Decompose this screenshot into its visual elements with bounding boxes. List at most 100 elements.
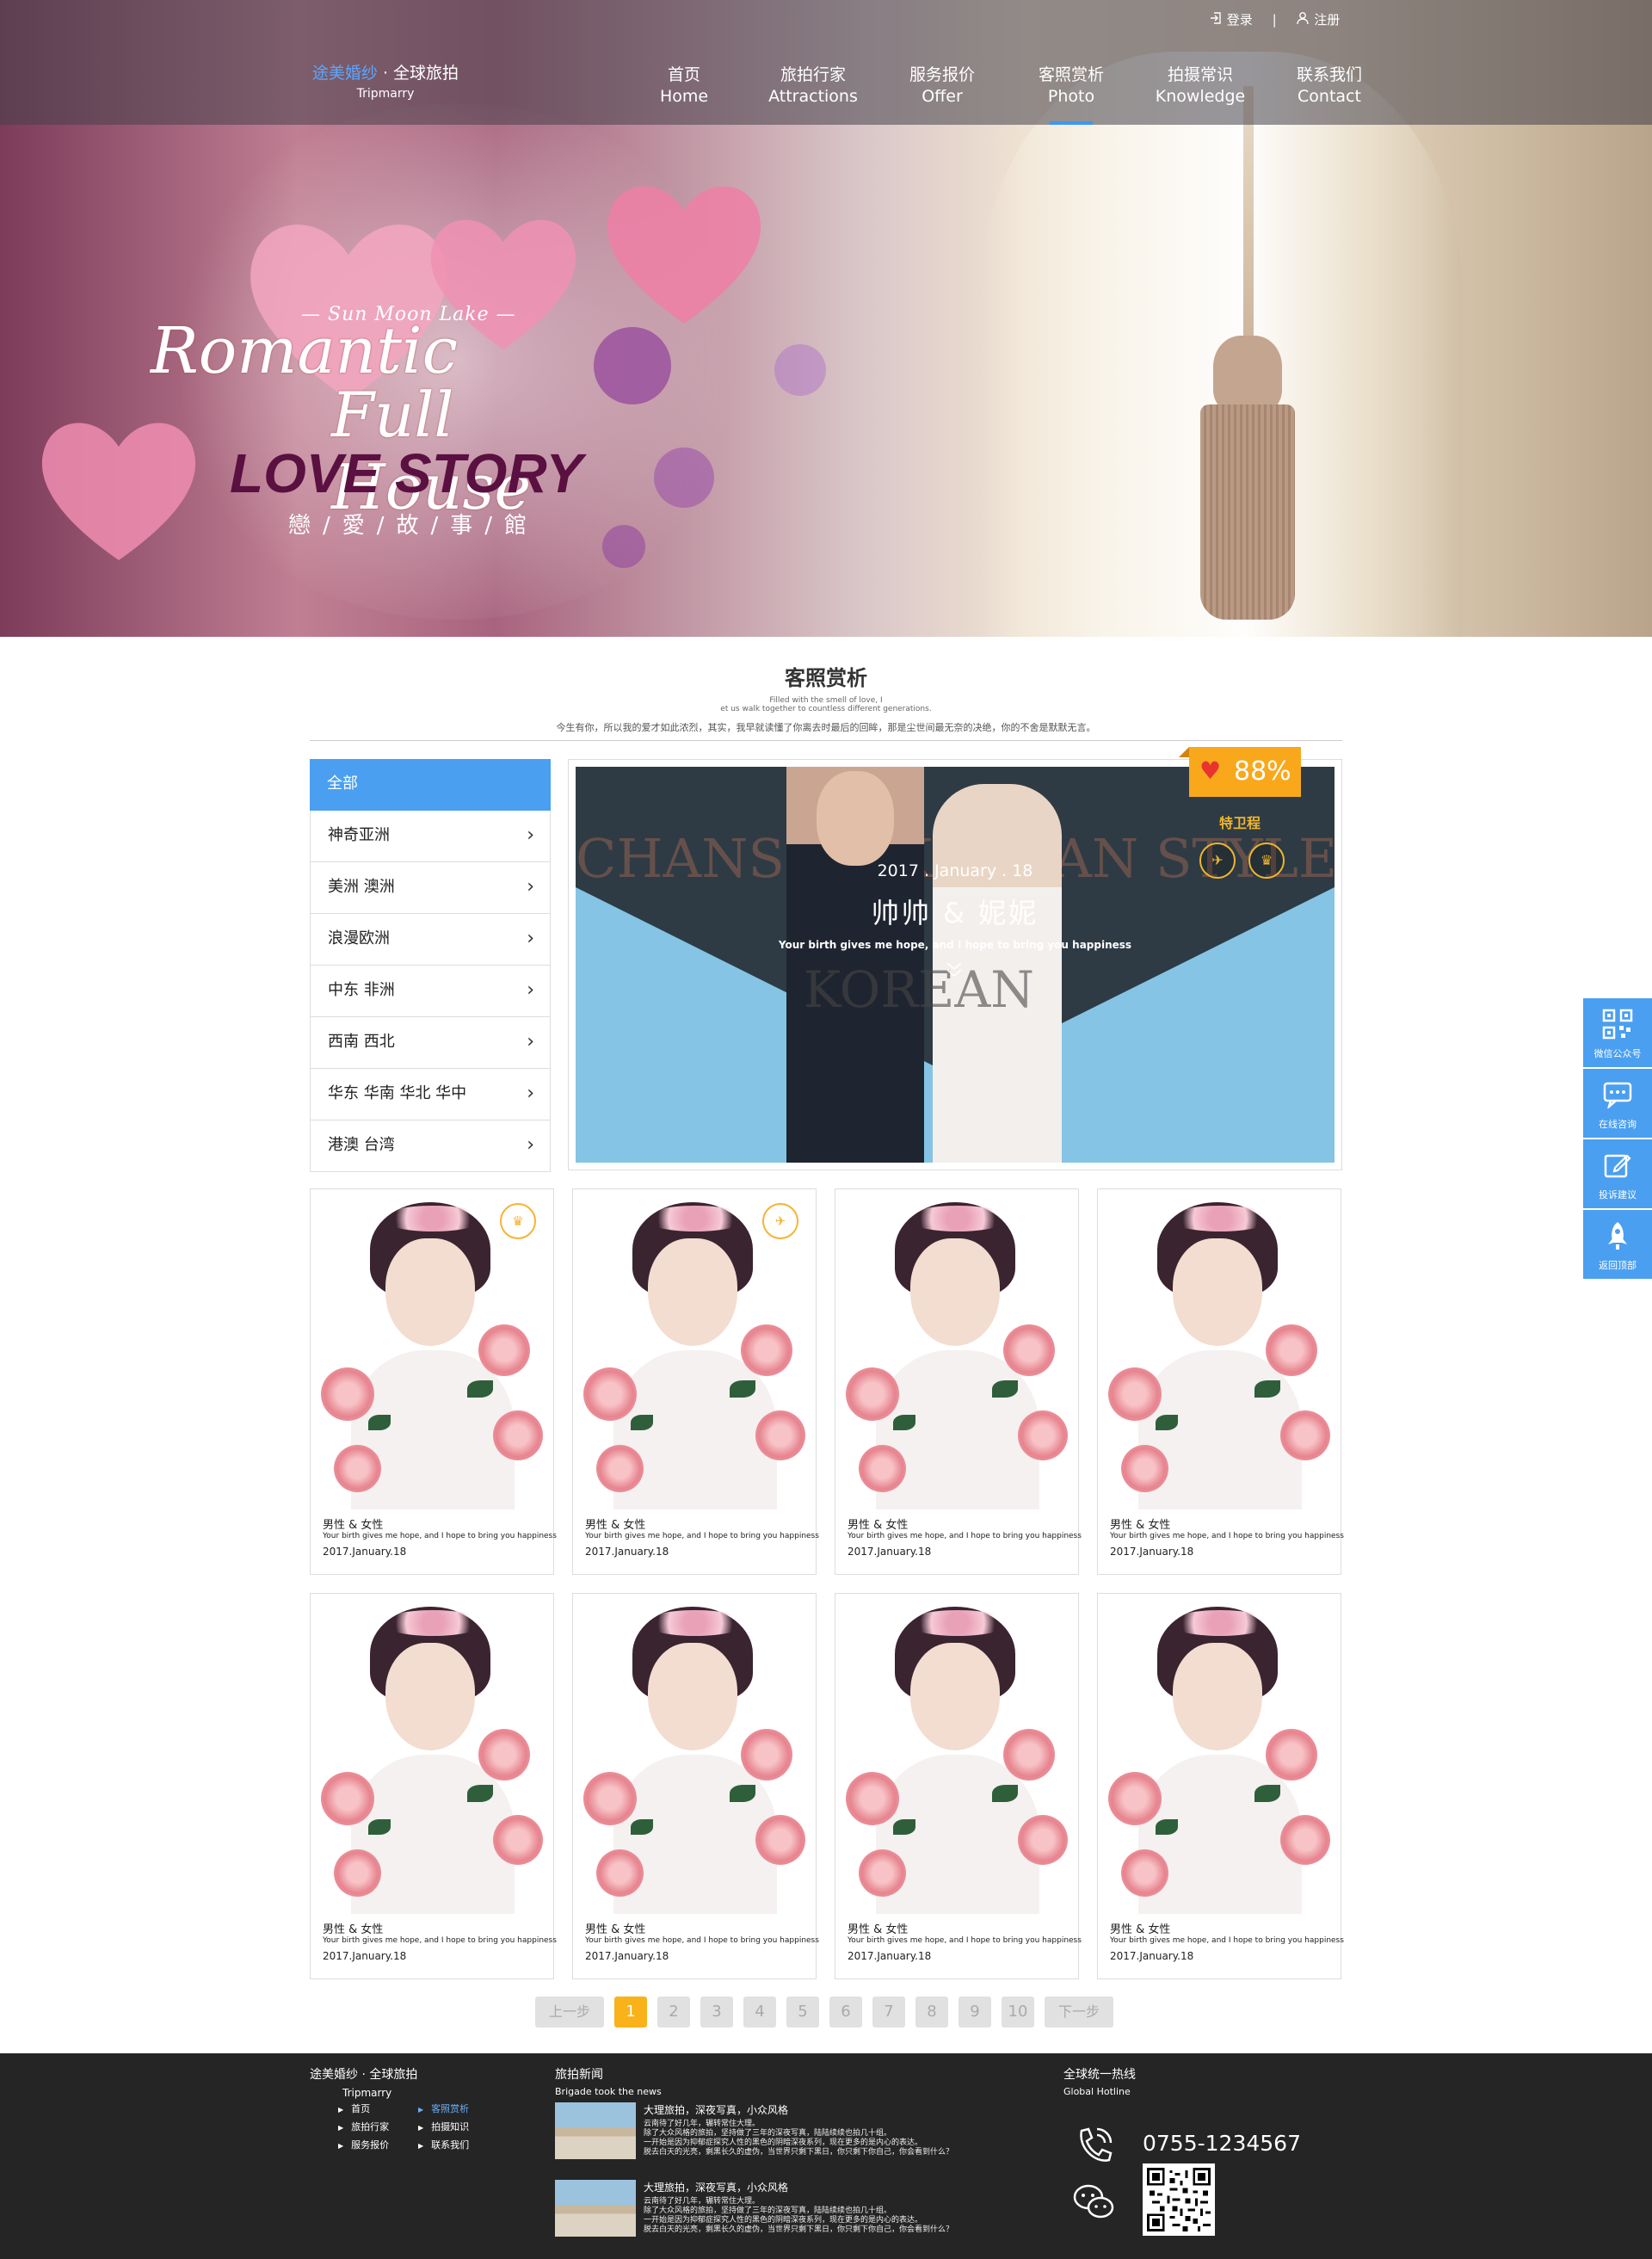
page-button[interactable]: 2 <box>657 1997 690 2028</box>
card-desc: Your birth gives me hope, and I hope to … <box>585 1936 819 1945</box>
category-label: 神奇亚洲 <box>328 826 390 844</box>
category-item[interactable]: 华东 华南 华北 华中 › <box>310 1069 551 1120</box>
logo-brand: 途美婚纱 <box>311 64 378 83</box>
category-item[interactable]: 西南 西北 › <box>310 1017 551 1069</box>
category-item[interactable]: 中东 非洲 › <box>310 966 551 1017</box>
category-label: 中东 非洲 <box>328 981 395 999</box>
footer-link-knowledge[interactable]: 拍摄知识 <box>418 2120 469 2133</box>
photo-card[interactable]: ♛ 男性 & 女性 Your birth gives me hope, and … <box>310 1188 557 1575</box>
nav-label-en: Knowledge <box>1155 87 1246 106</box>
page-button[interactable]: 6 <box>829 1997 862 2028</box>
card-title: 男性 & 女性 <box>323 1519 384 1532</box>
footer: 途美婚纱 · 全球旅拍 Tripmarry 首页 客照赏析 旅拍行家 拍摄知识 … <box>0 2053 1652 2259</box>
photo-card[interactable]: 男性 & 女性 Your birth gives me hope, and I … <box>310 1593 557 1979</box>
category-label: 全部 <box>327 775 358 793</box>
page-button[interactable]: 8 <box>915 1997 948 2028</box>
page-button[interactable]: 9 <box>959 1997 991 2028</box>
nav-label-cn: 联系我们 <box>1296 65 1362 84</box>
card-date: 2017.January.18 <box>1110 1546 1194 1558</box>
hotline-number[interactable]: 0755-1234567 <box>1143 2131 1301 2156</box>
top-navigation-bar: 途美婚纱 · 全球旅拍 Tripmarry 登录 | 注册 首页 Home 旅拍行… <box>0 0 1652 125</box>
rating-badge: ♥ 88% <box>1179 747 1301 797</box>
footer-logo[interactable]: 途美婚纱 · 全球旅拍 Tripmarry <box>310 2065 417 2099</box>
footer-link-offer[interactable]: 服务报价 <box>338 2138 389 2151</box>
chevron-right-icon: › <box>527 979 534 1001</box>
footer-link-attractions[interactable]: 旅拍行家 <box>338 2120 389 2133</box>
feedback-button[interactable]: 投诉建议 <box>1583 1139 1652 1208</box>
logo[interactable]: 途美婚纱 · 全球旅拍 Tripmarry <box>308 60 463 101</box>
hero-title: — Sun Moon Lake — Romantic Full House LO… <box>151 297 667 539</box>
news-item[interactable]: 大理旅拍，深夜写真，小众风格 云南待了好几年，辗转常住大理。 除了大众风格的旅拍… <box>555 2180 1002 2240</box>
wechat-button[interactable]: 微信公众号 <box>1583 998 1652 1067</box>
photo-image <box>1104 1600 1335 1914</box>
footer-link-contact[interactable]: 联系我们 <box>418 2138 469 2151</box>
page-button[interactable]: 5 <box>786 1997 819 2028</box>
photo-card[interactable]: 男性 & 女性 Your birth gives me hope, and I … <box>1097 1593 1344 1979</box>
news-item[interactable]: 大理旅拍，深夜写真，小众风格 云南待了好几年，辗转常住大理。 除了大众风格的旅拍… <box>555 2102 1002 2163</box>
hero-line-romantic: Romantic <box>151 314 459 388</box>
rocket-icon <box>1600 1219 1635 1253</box>
phone-icon <box>1069 2122 1118 2170</box>
prev-page-button[interactable]: 上一步 <box>535 1997 604 2028</box>
page-button[interactable]: 7 <box>872 1997 905 2028</box>
card-date: 2017.January.18 <box>585 1950 669 1962</box>
user-icon <box>1296 11 1310 28</box>
nav-label-en: Home <box>659 87 709 106</box>
footer-news-subtitle: Brigade took the news <box>555 2086 662 2097</box>
nav-item-attractions[interactable]: 旅拍行家 Attractions <box>749 62 878 125</box>
wechat-icon <box>1069 2178 1118 2226</box>
photo-image <box>1104 1195 1335 1509</box>
chevron-right-icon: › <box>527 876 534 898</box>
photo-image <box>841 1195 1072 1509</box>
page-button-current[interactable]: 1 <box>614 1997 647 2028</box>
nav-item-knowledge[interactable]: 拍摄常识 Knowledge <box>1136 62 1265 125</box>
photo-card[interactable]: 男性 & 女性 Your birth gives me hope, and I … <box>835 1593 1082 1979</box>
photo-card[interactable]: 男性 & 女性 Your birth gives me hope, and I … <box>835 1188 1082 1575</box>
featured-photo[interactable]: CHANSON KOREAN STYLE KOREAN 2017 . Janua… <box>568 759 1342 1170</box>
photo-image <box>317 1600 547 1914</box>
photo-card[interactable]: 男性 & 女性 Your birth gives me hope, and I … <box>572 1593 819 1979</box>
photo-image <box>841 1600 1072 1914</box>
nav-item-home[interactable]: 首页 Home <box>620 62 749 125</box>
page-button[interactable]: 10 <box>1002 1997 1034 2028</box>
news-body: 云南待了好几年，辗转常住大理。 除了大众风格的旅拍，坚持做了三年的深夜写真，陆陆… <box>644 2120 954 2157</box>
news-title: 大理旅拍，深夜写真，小众风格 <box>644 2104 789 2116</box>
category-item[interactable]: 美洲 澳洲 › <box>310 862 551 914</box>
category-item[interactable]: 浪漫欧洲 › <box>310 914 551 966</box>
account-links: 登录 | 注册 <box>1209 10 1340 28</box>
login-link[interactable]: 登录 <box>1227 10 1253 28</box>
logo-brand-rest: · 全球旅拍 <box>377 64 459 83</box>
nav-label-cn: 拍摄常识 <box>1167 65 1233 84</box>
category-item-all[interactable]: 全部 <box>310 759 551 811</box>
back-to-top-button[interactable]: 返回顶部 <box>1583 1210 1652 1279</box>
nav-item-photo[interactable]: 客照赏析 Photo <box>1007 62 1136 125</box>
heart-icon: ♥ <box>1199 756 1222 785</box>
nav-item-offer[interactable]: 服务报价 Offer <box>878 62 1007 125</box>
category-sidebar: 全部 神奇亚洲 › 美洲 澳洲 › 浪漫欧洲 › 中东 非洲 › 西南 西北 › 华东 华… <box>310 759 551 1172</box>
hotline-title: 全球统一热线 <box>1063 2068 1136 2082</box>
online-consult-button[interactable]: 在线咨询 <box>1583 1069 1652 1138</box>
category-item[interactable]: 神奇亚洲 › <box>310 811 551 862</box>
card-desc: Your birth gives me hope, and I hope to … <box>585 1532 819 1540</box>
card-title: 男性 & 女性 <box>585 1519 646 1532</box>
next-page-button[interactable]: 下一步 <box>1045 1997 1113 2028</box>
photo-image <box>317 1195 547 1509</box>
card-desc: Your birth gives me hope, and I hope to … <box>848 1532 1082 1540</box>
category-item[interactable]: 港澳 台湾 › <box>310 1120 551 1172</box>
featured-brand: 特卫程 <box>1219 815 1261 831</box>
page-button[interactable]: 4 <box>743 1997 776 2028</box>
register-link[interactable]: 注册 <box>1314 10 1340 28</box>
nav-item-contact[interactable]: 联系我们 Contact <box>1265 62 1394 125</box>
footer-link-photo[interactable]: 客照赏析 <box>418 2102 469 2115</box>
card-title: 男性 & 女性 <box>1110 1519 1171 1532</box>
card-desc: Your birth gives me hope, and I hope to … <box>1110 1936 1344 1945</box>
photo-card[interactable]: ✈ 男性 & 女性 Your birth gives me hope, and … <box>572 1188 819 1575</box>
page-button[interactable]: 3 <box>700 1997 733 2028</box>
card-title: 男性 & 女性 <box>848 1923 909 1936</box>
tassel-image <box>1200 404 1295 620</box>
category-label: 美洲 澳洲 <box>328 878 395 896</box>
chevron-down-icon[interactable] <box>944 960 965 984</box>
footer-link-home[interactable]: 首页 <box>338 2102 370 2115</box>
nav-label-en: Photo <box>1047 87 1095 106</box>
photo-card[interactable]: 男性 & 女性 Your birth gives me hope, and I … <box>1097 1188 1344 1575</box>
